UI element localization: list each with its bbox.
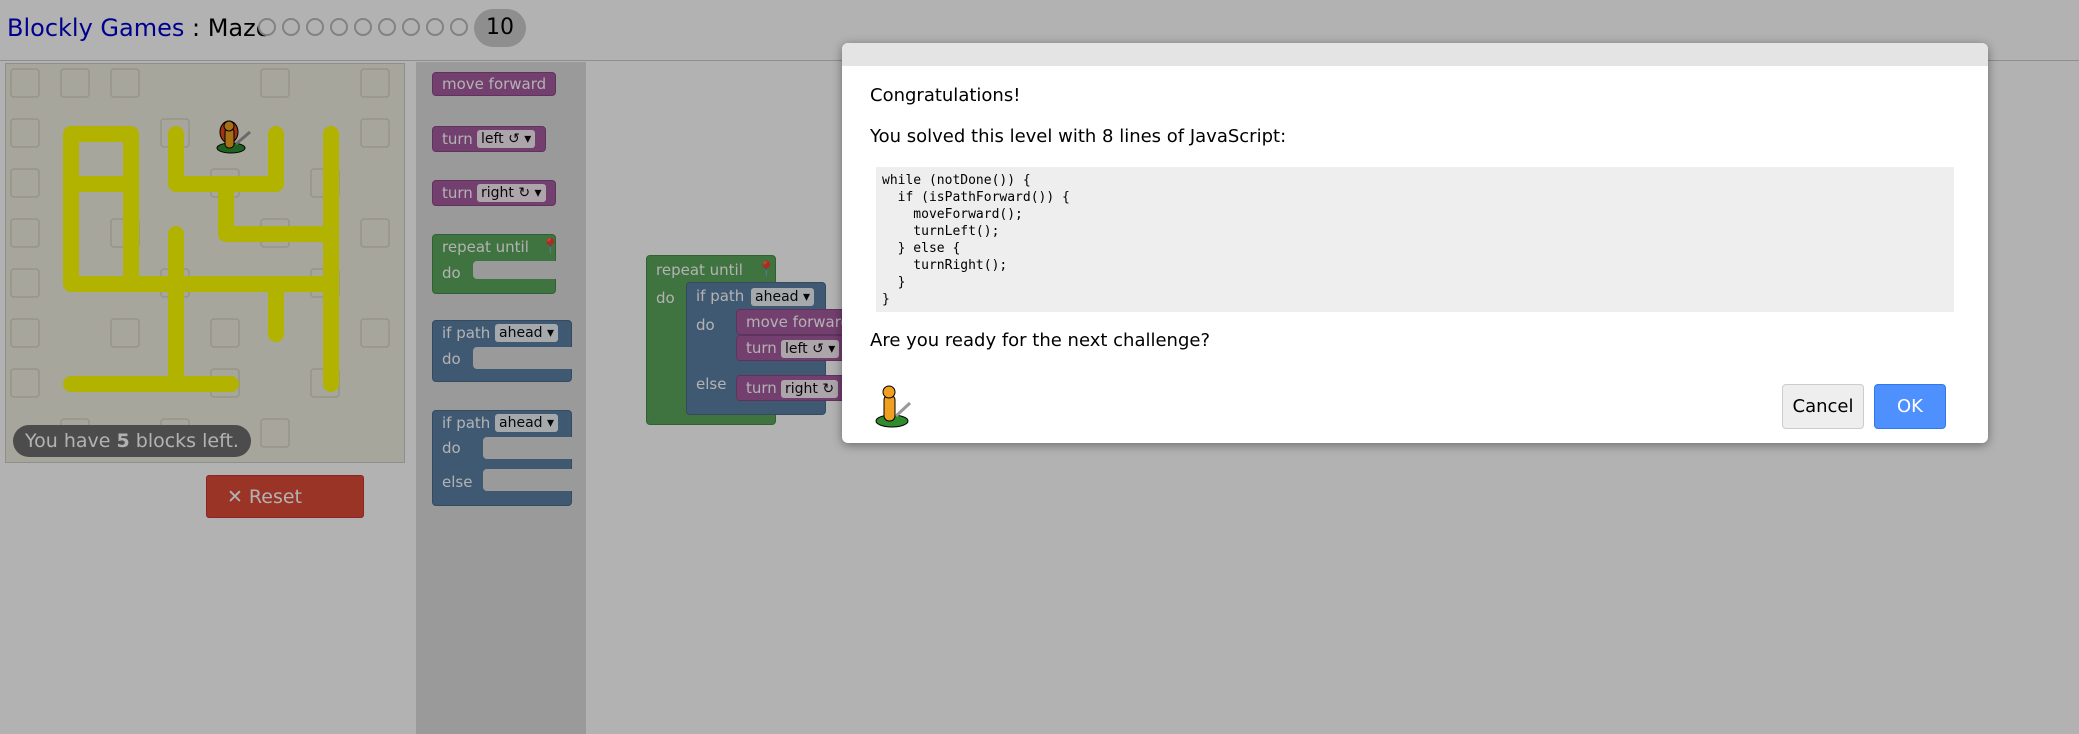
code-line: moveForward(); [882, 207, 1023, 222]
code-line: while (notDone()) { [882, 173, 1031, 188]
solved-text: You solved this level with 8 lines of Ja… [870, 126, 1287, 147]
success-dialog: Congratulations! You solved this level w… [842, 43, 1988, 443]
code-line: } [882, 292, 890, 307]
code-line: } else { [882, 241, 961, 256]
pegman-icon [875, 385, 912, 428]
ok-button[interactable]: OK [1874, 384, 1946, 429]
code-listing: while (notDone()) { if (isPathForward())… [876, 167, 1954, 312]
congrats-text: Congratulations! [870, 85, 1021, 106]
code-line: } [882, 275, 906, 290]
code-line: turnLeft(); [882, 224, 1000, 239]
dialog-title-bar[interactable] [842, 43, 1988, 66]
code-line: if (isPathForward()) { [882, 190, 1070, 205]
code-line: turnRight(); [882, 258, 1008, 273]
cancel-button[interactable]: Cancel [1782, 384, 1864, 429]
next-challenge-text: Are you ready for the next challenge? [870, 330, 1211, 351]
